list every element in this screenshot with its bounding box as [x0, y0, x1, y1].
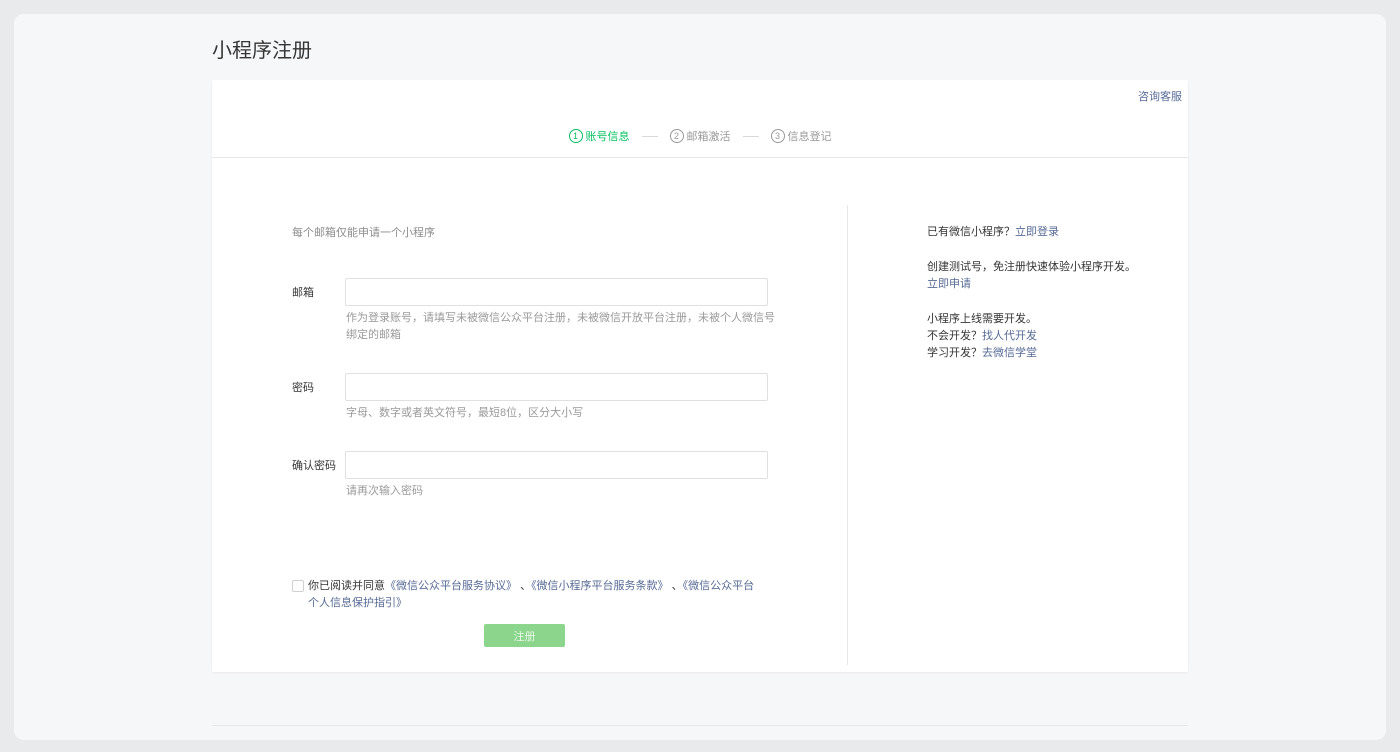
- test-account-link[interactable]: 立即申请: [927, 278, 971, 290]
- browser-window: 小程序注册 咨询客服 1账号信息 2邮箱激活 3信息登记 每个邮箱仅能申请一个小…: [14, 14, 1386, 740]
- email-label: 邮箱: [292, 284, 346, 300]
- login-link[interactable]: 立即登录: [1015, 226, 1059, 238]
- step-number: 1: [569, 129, 583, 143]
- separator: 、: [672, 580, 683, 592]
- test-account-text: 创建测试号，免注册快速体验小程序开发。: [927, 261, 1136, 273]
- confirm-password-hint: 请再次输入密码: [346, 483, 776, 500]
- step-label: 账号信息: [586, 128, 630, 144]
- form-tip: 每个邮箱仅能申请一个小程序: [292, 224, 435, 240]
- footer-divider: [212, 725, 1188, 726]
- step-info-registration: 3信息登记: [771, 128, 832, 144]
- login-question: 已有微信小程序？: [927, 226, 1015, 238]
- page-title: 小程序注册: [212, 34, 312, 63]
- agree-checkbox[interactable]: [292, 580, 304, 592]
- miniprogram-terms-link[interactable]: 《微信小程序平台服务条款》: [531, 580, 669, 592]
- column-divider: [847, 205, 848, 665]
- step-label: 信息登记: [788, 128, 832, 144]
- confirm-password-label: 确认密码: [292, 457, 346, 473]
- header-divider: [212, 157, 1188, 158]
- step-number: 2: [670, 129, 684, 143]
- confirm-password-input[interactable]: [345, 451, 768, 479]
- dev-question: 不会开发？: [927, 330, 982, 342]
- step-label: 邮箱激活: [687, 128, 731, 144]
- learn-question: 学习开发？: [927, 347, 982, 359]
- step-number: 3: [771, 129, 785, 143]
- step-account-info: 1账号信息: [569, 128, 630, 144]
- dev-text: 小程序上线需要开发。: [927, 313, 1037, 325]
- service-agreement-link[interactable]: 《微信公众平台服务协议》: [385, 580, 517, 592]
- customer-service-link[interactable]: 咨询客服: [1138, 88, 1182, 104]
- email-hint: 作为登录账号，请填写未被微信公众平台注册，未被微信开放平台注册，未被个人微信号绑…: [346, 310, 776, 344]
- step-indicator: 1账号信息 2邮箱激活 3信息登记: [212, 128, 1188, 144]
- step-divider: [642, 136, 658, 137]
- password-input[interactable]: [345, 373, 768, 401]
- wechat-academy-link[interactable]: 去微信学堂: [982, 347, 1037, 359]
- register-button[interactable]: 注册: [484, 624, 565, 647]
- password-hint: 字母、数字或者英文符号，最短8位，区分大小写: [346, 405, 776, 422]
- side-panel: 已有微信小程序？立即登录 创建测试号，免注册快速体验小程序开发。立即申请 小程序…: [927, 224, 1142, 362]
- agreement: 你已阅读并同意《微信公众平台服务协议》 、《微信小程序平台服务条款》 、《微信公…: [292, 578, 762, 612]
- agree-text: 你已阅读并同意: [308, 580, 385, 592]
- separator: 、: [520, 580, 531, 592]
- find-developer-link[interactable]: 找人代开发: [982, 330, 1037, 342]
- registration-card: 咨询客服 1账号信息 2邮箱激活 3信息登记 每个邮箱仅能申请一个小程序 邮箱 …: [212, 80, 1188, 672]
- step-email-activation: 2邮箱激活: [670, 128, 731, 144]
- email-input[interactable]: [345, 278, 768, 306]
- password-label: 密码: [292, 379, 346, 395]
- step-divider: [743, 136, 759, 137]
